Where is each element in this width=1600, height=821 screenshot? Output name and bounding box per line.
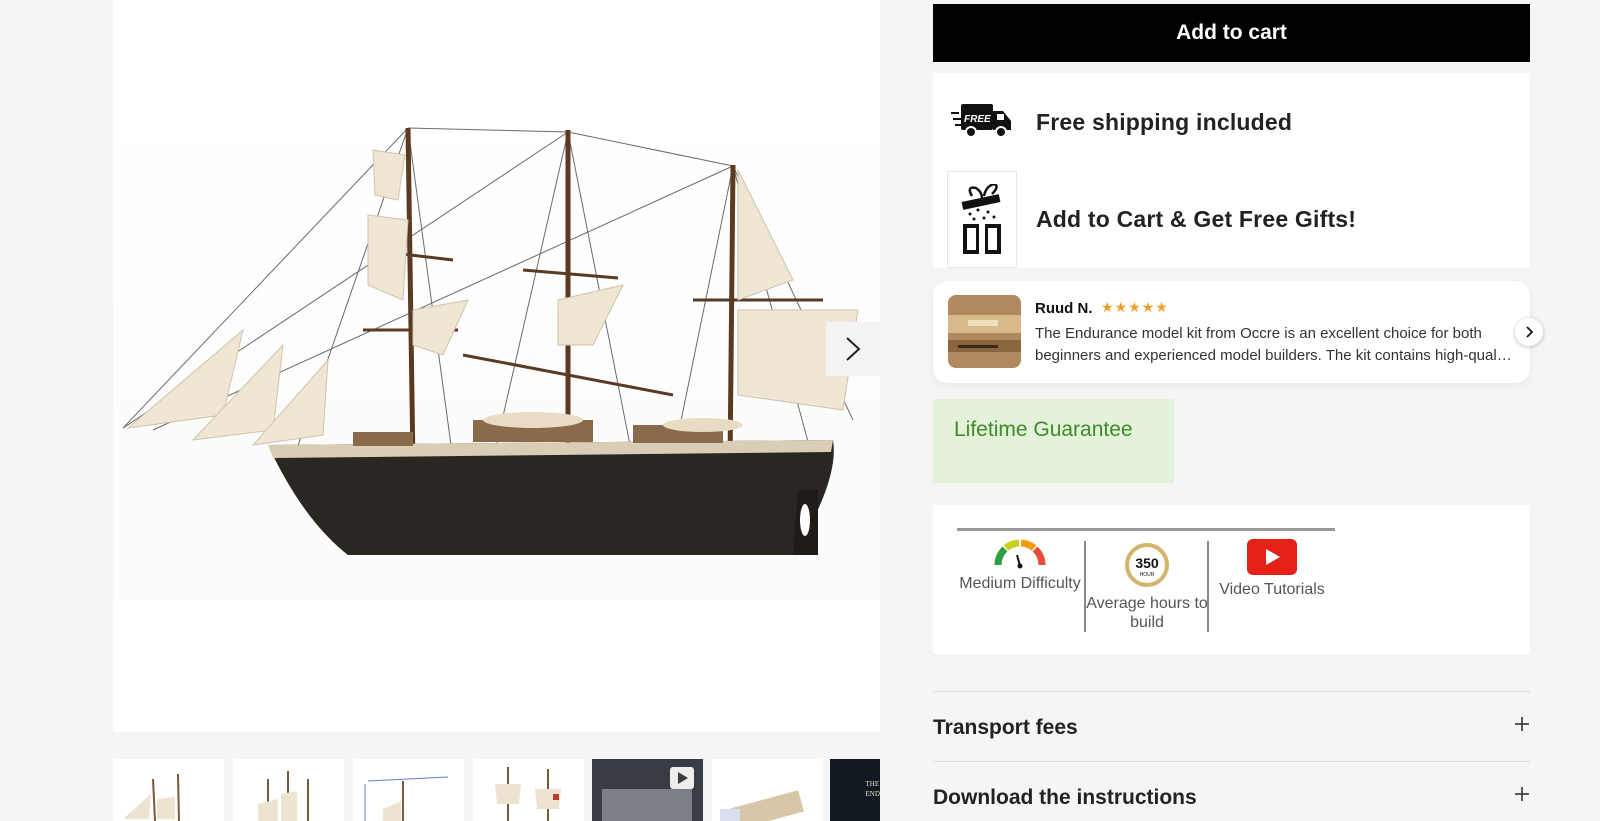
hours-badge-value: 350 <box>1135 555 1159 571</box>
accordion-title: Transport fees <box>933 716 1078 739</box>
free-badge-text: FREE <box>964 114 991 125</box>
plus-icon <box>1514 714 1530 736</box>
thumbnail-2[interactable] <box>233 759 344 821</box>
perk-free-shipping: FREE Free shipping included <box>933 73 1530 171</box>
difficulty-gauge-icon <box>994 539 1046 569</box>
video-thumbnail-icon <box>592 759 703 821</box>
spec-video-label: Video Tutorials <box>1219 581 1325 598</box>
thumbnail-3[interactable] <box>353 759 464 821</box>
perk-shipping-label: Free shipping included <box>1036 108 1293 135</box>
youtube-icon <box>1247 539 1297 575</box>
svg-text:THE: THE <box>866 780 880 788</box>
review-card[interactable]: Ruud N. ★★★★★ The Endurance model kit fr… <box>933 281 1530 383</box>
specs-panel: Medium Difficulty 350 HOUR Average hours… <box>933 505 1530 654</box>
svg-text:ENDURANCE: ENDURANCE <box>866 790 881 798</box>
accordion-transport-fees[interactable]: Transport fees <box>933 691 1530 761</box>
free-shipping-truck-icon: FREE <box>947 101 1017 141</box>
spec-video[interactable]: Video Tutorials <box>1211 539 1333 599</box>
kit-parts-thumbnail-icon <box>720 790 804 821</box>
review-next-button[interactable] <box>1515 318 1543 346</box>
spec-divider <box>1207 541 1209 632</box>
perk-free-gifts: Add to Cart & Get Free Gifts! <box>933 171 1530 268</box>
add-to-cart-button[interactable]: Add to cart <box>933 4 1530 62</box>
clock-badge-icon: 350 HOUR <box>1125 543 1169 587</box>
lifetime-guarantee-badge: Lifetime Guarantee <box>933 399 1174 483</box>
gallery-next-button[interactable] <box>826 322 880 376</box>
ship-front-thumbnail-icon <box>495 767 561 821</box>
rating-stars-icon: ★★★★★ <box>1101 299 1169 315</box>
spec-hours-label: Average hours to build <box>1086 595 1208 631</box>
ship-model-image <box>113 95 880 600</box>
product-main-image[interactable] <box>113 0 880 732</box>
spec-difficulty-label: Medium Difficulty <box>959 575 1081 592</box>
chevron-right-icon <box>846 337 861 361</box>
spec-hours: 350 HOUR Average hours to build <box>1086 541 1208 632</box>
perks-panel: FREE Free shipping included Add to Cart … <box>933 73 1530 268</box>
thumbnail-1[interactable] <box>113 759 224 821</box>
hours-badge-unit: HOUR <box>1140 572 1155 578</box>
thumbnail-4[interactable] <box>473 759 584 821</box>
guarantee-label: Lifetime Guarantee <box>954 418 1133 441</box>
box-cover-thumbnail-icon: THE ENDURANCE <box>860 759 881 821</box>
reviewer-name: Ruud N. <box>1035 300 1093 317</box>
review-text: The Endurance model kit from Occre is an… <box>1035 325 1512 364</box>
thumbnail-strip: THE ENDURANCE <box>113 759 880 821</box>
ship-dimensions-thumbnail-icon <box>364 776 449 821</box>
spec-difficulty: Medium Difficulty <box>959 539 1081 593</box>
review-photo <box>948 295 1021 368</box>
thumbnail-6[interactable] <box>712 759 823 821</box>
perk-gifts-label: Add to Cart & Get Free Gifts! <box>1036 206 1357 232</box>
accordion-download-instructions[interactable]: Download the instructions <box>933 761 1530 821</box>
thumbnail-video[interactable] <box>592 759 703 821</box>
ship-thumbnail-icon <box>258 771 309 821</box>
ship-thumbnail-icon <box>123 773 180 821</box>
plus-icon <box>1514 784 1530 806</box>
chevron-right-icon <box>1526 326 1534 338</box>
specs-top-rule <box>957 528 1335 531</box>
accordion-title: Download the instructions <box>933 786 1197 809</box>
gift-box-icon <box>947 171 1017 268</box>
thumbnail-7[interactable]: THE ENDURANCE <box>830 759 880 821</box>
